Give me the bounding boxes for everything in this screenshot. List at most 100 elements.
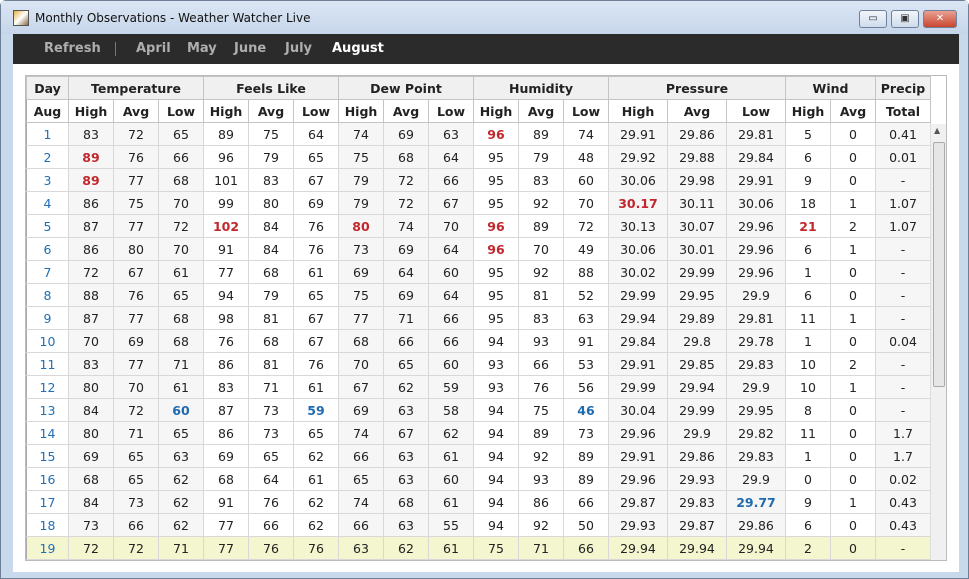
table-row[interactable]: 12 80 70 61 83 71 61 67 62 59 93 76 56 29.99 29.94 29.9… xyxy=(26,375,931,399)
column-header[interactable]: High xyxy=(203,99,249,123)
table-row[interactable]: 6 86 80 70 91 84 76 73 69 64 96 70 49 30.06 30.01 29.96… xyxy=(26,237,931,261)
table-row[interactable]: 4 86 75 70 99 80 69 79 72 67 95 92 70 30.17 30.11 30.06… xyxy=(26,191,931,215)
month-tab-july[interactable]: July xyxy=(285,41,312,56)
minimize-button[interactable]: ▭ xyxy=(859,10,887,28)
value-cell: 6 xyxy=(785,145,831,169)
value-cell: 60 xyxy=(158,398,204,422)
value-cell: 30.06 xyxy=(608,168,668,192)
value-cell: 29.96 xyxy=(726,214,786,238)
day-cell: 8 xyxy=(26,283,69,307)
value-cell: 0 xyxy=(830,145,876,169)
month-tab-may[interactable]: May xyxy=(187,41,217,56)
table-row[interactable]: 7 72 67 61 77 68 61 69 64 60 95 92 88 30.02 29.99 29.96… xyxy=(26,260,931,284)
table-row[interactable]: 9 87 77 68 98 81 67 77 71 66 95 83 63 29.94 29.89 29.81… xyxy=(26,306,931,330)
value-cell: 0.02 xyxy=(875,467,931,491)
column-header[interactable]: Low xyxy=(293,99,339,123)
value-cell: 18 xyxy=(785,191,831,215)
table-row[interactable]: 8 88 76 65 94 79 65 75 69 64 95 81 52 29.99 29.95 29.9 6… xyxy=(26,283,931,307)
value-cell: 83 xyxy=(518,306,564,330)
value-cell: 75 xyxy=(113,191,159,215)
table-row[interactable]: 2 89 76 66 96 79 65 75 68 64 95 79 48 29.92 29.88 29.84… xyxy=(26,145,931,169)
value-cell: 71 xyxy=(518,536,564,560)
value-cell: 65 xyxy=(158,421,204,445)
day-cell: 14 xyxy=(26,421,69,445)
value-cell: 91 xyxy=(563,329,609,353)
column-header[interactable]: Total xyxy=(875,99,931,123)
value-cell: 2 xyxy=(830,352,876,376)
day-cell: 18 xyxy=(26,513,69,537)
value-cell: 88 xyxy=(563,260,609,284)
column-header[interactable]: High xyxy=(608,99,668,123)
table-row[interactable]: 11 83 77 71 86 81 76 70 65 60 93 66 53 29.91 29.85 29.8… xyxy=(26,352,931,376)
value-cell: 102 xyxy=(203,214,249,238)
table-row[interactable]: 5 87 77 72 102 84 76 80 74 70 96 89 72 30.13 30.07 29.9… xyxy=(26,214,931,238)
value-cell: 1.7 xyxy=(875,444,931,468)
table-row[interactable]: 3 89 77 68 101 83 67 79 72 66 95 83 60 30.06 29.98 29.9… xyxy=(26,168,931,192)
month-tab-april[interactable]: April xyxy=(136,41,171,56)
value-cell: 96 xyxy=(473,237,519,261)
table-row[interactable]: 10 70 69 68 76 68 67 68 66 66 94 93 91 29.84 29.8 29.78… xyxy=(26,329,931,353)
refresh-button[interactable]: Refresh xyxy=(44,41,101,56)
value-cell: 0 xyxy=(830,444,876,468)
value-cell: 29.93 xyxy=(667,467,727,491)
value-cell: - xyxy=(875,352,931,376)
column-header[interactable]: Avg xyxy=(667,99,727,123)
column-header[interactable]: Low xyxy=(726,99,786,123)
column-header[interactable]: High xyxy=(68,99,114,123)
value-cell: 75 xyxy=(518,398,564,422)
value-cell: 29.98 xyxy=(667,168,727,192)
column-header[interactable]: High xyxy=(785,99,831,123)
table-row[interactable]: 13 84 72 60 87 73 59 69 63 58 94 75 46 30.04 29.99 29.9… xyxy=(26,398,931,422)
month-tab-june[interactable]: June xyxy=(234,41,266,56)
value-cell: 79 xyxy=(518,145,564,169)
table-row[interactable]: 15 69 65 63 69 65 62 66 63 61 94 92 89 29.91 29.86 29.8… xyxy=(26,444,931,468)
value-cell: 77 xyxy=(113,306,159,330)
table-row[interactable]: 1 83 72 65 89 75 64 74 69 63 96 89 74 29.91 29.86 29.81… xyxy=(26,122,931,146)
table-row[interactable]: 14 80 71 65 86 73 65 74 67 62 94 89 73 29.96 29.9 29.82… xyxy=(26,421,931,445)
column-header[interactable]: High xyxy=(338,99,384,123)
value-cell: 29.96 xyxy=(608,421,668,445)
value-cell: 59 xyxy=(428,375,474,399)
scroll-up-arrow-icon[interactable]: ▲ xyxy=(934,126,940,135)
column-header[interactable]: Aug xyxy=(26,99,69,123)
column-header[interactable]: Low xyxy=(428,99,474,123)
vertical-scrollbar[interactable]: ▲ ▼ xyxy=(930,124,946,560)
table-row[interactable]: 18 73 66 62 77 66 62 66 63 55 94 92 50 29.93 29.87 29.8… xyxy=(26,513,931,537)
value-cell: 84 xyxy=(68,490,114,514)
day-cell: 4 xyxy=(26,191,69,215)
value-cell: 93 xyxy=(518,329,564,353)
column-header[interactable]: Avg xyxy=(383,99,429,123)
column-header[interactable]: High xyxy=(473,99,519,123)
value-cell: 64 xyxy=(248,467,294,491)
value-cell: 30.13 xyxy=(608,214,668,238)
scrollbar-thumb[interactable] xyxy=(933,142,945,387)
month-tab-august[interactable]: August xyxy=(332,41,384,56)
table-row[interactable]: 17 84 73 62 91 76 62 74 68 61 94 86 66 29.87 29.83 29.7… xyxy=(26,490,931,514)
group-header-day: Day xyxy=(26,76,69,100)
value-cell: 59 xyxy=(293,398,339,422)
value-cell: 70 xyxy=(158,191,204,215)
value-cell: 29.87 xyxy=(608,490,668,514)
close-button[interactable]: ✕ xyxy=(923,10,957,28)
table-row[interactable]: 16 68 65 62 68 64 61 65 63 60 94 93 89 29.96 29.93 29.9… xyxy=(26,467,931,491)
value-cell: - xyxy=(875,536,931,560)
column-header[interactable]: Low xyxy=(158,99,204,123)
value-cell: 29.95 xyxy=(726,398,786,422)
value-cell: 71 xyxy=(248,375,294,399)
value-cell: 0 xyxy=(830,122,876,146)
column-header[interactable]: Low xyxy=(563,99,609,123)
value-cell: 69 xyxy=(293,191,339,215)
value-cell: 73 xyxy=(338,237,384,261)
column-header[interactable]: Avg xyxy=(518,99,564,123)
table-row[interactable]: 19 72 72 71 77 76 76 63 62 61 75 71 66 29.94 29.94 29.9… xyxy=(26,536,931,560)
group-header-humidity: Humidity xyxy=(473,76,609,100)
value-cell: 94 xyxy=(473,398,519,422)
column-header[interactable]: Avg xyxy=(830,99,876,123)
value-cell: 92 xyxy=(518,191,564,215)
value-cell: 73 xyxy=(68,513,114,537)
maximize-button[interactable]: ▣ xyxy=(891,10,919,28)
group-header-feels-like: Feels Like xyxy=(203,76,339,100)
column-header[interactable]: Avg xyxy=(248,99,294,123)
column-header[interactable]: Avg xyxy=(113,99,159,123)
value-cell: 70 xyxy=(338,352,384,376)
